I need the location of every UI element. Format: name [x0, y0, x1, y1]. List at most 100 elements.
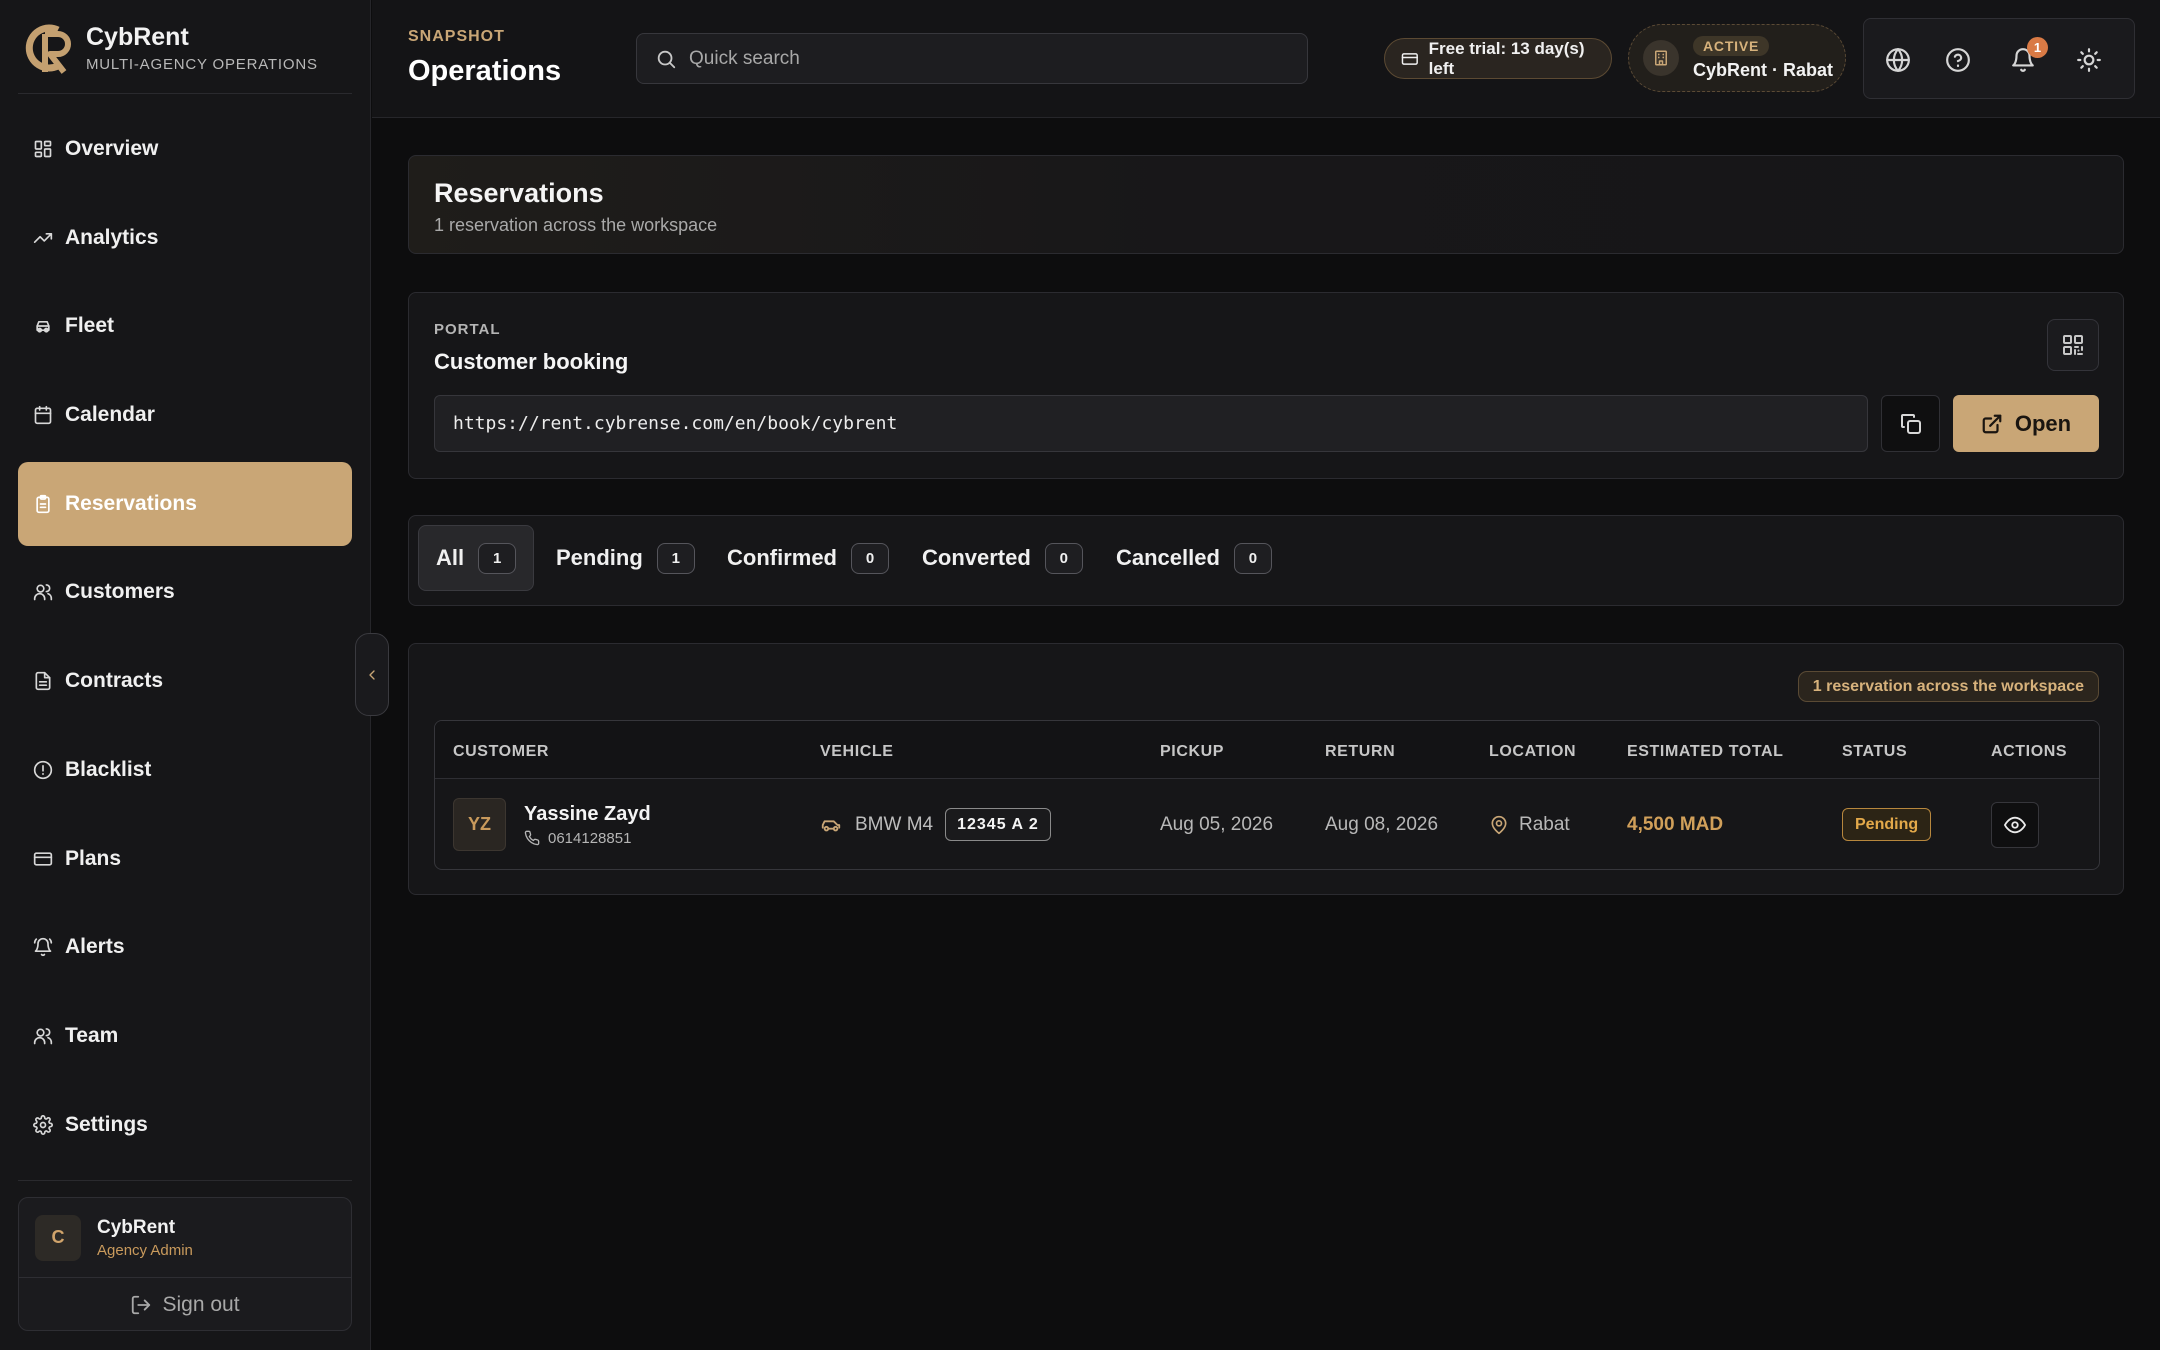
sidebar-item-label: Alerts	[65, 935, 125, 959]
tab-confirmed[interactable]: Confirmed 0	[727, 525, 889, 591]
theme-toggle-button[interactable]	[2076, 47, 2102, 73]
tab-label: Converted	[922, 545, 1031, 570]
vehicle-name: BMW M4	[855, 813, 934, 835]
qr-code-button[interactable]	[2047, 319, 2099, 371]
language-button[interactable]	[1885, 47, 1911, 73]
return-cell: Aug 08, 2026	[1325, 779, 1439, 869]
sign-out-button[interactable]: Sign out	[19, 1278, 351, 1330]
actions-cell	[1991, 779, 2039, 869]
sidebar-collapse-button[interactable]	[355, 633, 389, 716]
brand-name: CybRent	[86, 23, 189, 51]
vehicle-cell: BMW M4 12345 A 2	[820, 779, 1051, 869]
table-header: CUSTOMER VEHICLE PICKUP RETURN LOCATION …	[435, 721, 2099, 779]
sidebar-item-label: Calendar	[65, 403, 155, 427]
trial-label: Free trial: 13 day(s) left	[1428, 38, 1585, 78]
credit-card-icon	[1401, 52, 1418, 65]
toolbar: 1	[1863, 18, 2135, 99]
globe-icon	[1886, 48, 1910, 72]
tab-count: 0	[1044, 542, 1083, 574]
copy-url-button[interactable]	[1881, 395, 1940, 452]
sidebar-item-customers[interactable]: Customers	[18, 550, 352, 634]
trial-badge[interactable]: Free trial: 13 day(s) left	[1384, 38, 1612, 79]
credit-card-icon	[33, 851, 53, 866]
car-icon	[36, 321, 50, 334]
portal-eyebrow: PORTAL	[434, 321, 501, 338]
agency-icon	[1643, 40, 1679, 76]
car-icon	[821, 819, 841, 831]
tab-converted[interactable]: Converted 0	[922, 525, 1083, 591]
sidebar-item-label: Overview	[65, 137, 159, 160]
help-circle-icon	[1946, 48, 1970, 72]
tab-all[interactable]: All 1	[418, 525, 535, 591]
column-header-estimated-total: ESTIMATED TOTAL	[1627, 743, 1784, 760]
sidebar-item-settings[interactable]: Settings	[18, 1083, 352, 1167]
tab-label: Pending	[556, 545, 643, 570]
page-title: Operations	[408, 55, 562, 87]
tab-count: 0	[851, 542, 889, 574]
sidebar-item-team[interactable]: Team	[18, 994, 352, 1078]
sidebar-item-label: Analytics	[65, 225, 159, 249]
sidebar-item-reservations[interactable]: Reservations	[18, 461, 352, 546]
sidebar-item-overview[interactable]: Overview	[18, 107, 352, 191]
section-title: Reservations	[434, 178, 604, 208]
pickup-cell: Aug 05, 2026	[1160, 779, 1274, 869]
sidebar-item-plans[interactable]: Plans	[18, 817, 352, 901]
reservation-count-badge: 1 reservation across the workspace	[1797, 671, 2099, 702]
portal-card: PORTAL Customer booking https://rent.cyb…	[408, 292, 2124, 479]
open-label: Open	[2014, 410, 2072, 436]
location-cell: Rabat	[1489, 779, 1570, 869]
sidebar-nav: Overview Analytics Fleet Calendar Reserv…	[18, 107, 352, 1171]
agency-status-badge: ACTIVE	[1693, 35, 1770, 56]
section-subtitle: 1 reservation across the workspace	[434, 215, 718, 235]
status-tabs: All 1 Pending 1 Confirmed 0 Converted 0 …	[408, 515, 2124, 606]
sidebar-item-fleet[interactable]: Fleet	[18, 284, 352, 368]
avatar: C	[35, 1214, 81, 1261]
clipboard-icon	[36, 494, 50, 513]
table-row[interactable]: YZ Yassine Zayd 0614128851 BMW M4 12345 …	[435, 779, 2099, 869]
brand-subtitle: MULTI-AGENCY OPERATIONS	[86, 56, 318, 73]
column-header-pickup: PICKUP	[1160, 743, 1225, 760]
view-reservation-button[interactable]	[1991, 801, 2039, 848]
help-button[interactable]	[1945, 47, 1971, 73]
customer-phone-number: 0614128851	[548, 829, 632, 847]
status-cell: Pending	[1842, 779, 1932, 869]
brand[interactable]: CybRent MULTI-AGENCY OPERATIONS	[18, 20, 318, 76]
search-box[interactable]	[636, 33, 1308, 84]
sidebar-item-calendar[interactable]: Calendar	[18, 373, 352, 457]
search-input[interactable]	[689, 47, 1289, 70]
agency-switcher[interactable]: ACTIVE CybRent · Rabat	[1628, 24, 1846, 92]
customer-cell: YZ Yassine Zayd 0614128851	[453, 779, 651, 869]
gear-icon	[33, 1114, 53, 1135]
eye-icon	[2004, 816, 2026, 833]
booking-url-field[interactable]: https://rent.cybrense.com/en/book/cybren…	[434, 395, 1868, 452]
divider	[18, 93, 352, 94]
sidebar: CybRent MULTI-AGENCY OPERATIONS Overview…	[0, 0, 371, 1350]
sidebar-item-blacklist[interactable]: Blacklist	[18, 728, 352, 812]
sidebar-item-contracts[interactable]: Contracts	[18, 639, 352, 723]
chevron-left-icon	[369, 669, 375, 680]
tab-count: 1	[656, 542, 695, 574]
sidebar-item-label: Customers	[65, 580, 175, 604]
user-name: CybRent	[97, 1216, 176, 1238]
sidebar-item-label: Fleet	[65, 314, 115, 338]
reservations-table-card: 1 reservation across the workspace CUSTO…	[408, 643, 2124, 895]
estimated-total: 4,500 MAD	[1627, 813, 1724, 835]
logo-icon	[25, 24, 71, 74]
bell-icon	[33, 938, 53, 957]
column-header-location: LOCATION	[1489, 743, 1577, 760]
notifications-button[interactable]: 1	[2010, 37, 2048, 73]
external-link-icon	[1982, 414, 2002, 433]
users-icon	[33, 584, 53, 601]
open-portal-button[interactable]: Open	[1953, 395, 2099, 452]
column-header-return: RETURN	[1325, 743, 1396, 760]
sidebar-item-analytics[interactable]: Analytics	[18, 196, 352, 280]
column-header-vehicle: VEHICLE	[820, 743, 894, 760]
user-card: C CybRent Agency Admin Sign out	[18, 1197, 352, 1331]
tab-cancelled[interactable]: Cancelled 0	[1116, 525, 1272, 591]
pickup-date: Aug 05, 2026	[1160, 813, 1274, 835]
sidebar-item-alerts[interactable]: Alerts	[18, 905, 352, 989]
return-date: Aug 08, 2026	[1325, 813, 1439, 835]
total-cell: 4,500 MAD	[1627, 779, 1724, 869]
tab-pending[interactable]: Pending 1	[556, 525, 695, 591]
user-profile[interactable]: C CybRent Agency Admin	[19, 1198, 351, 1278]
